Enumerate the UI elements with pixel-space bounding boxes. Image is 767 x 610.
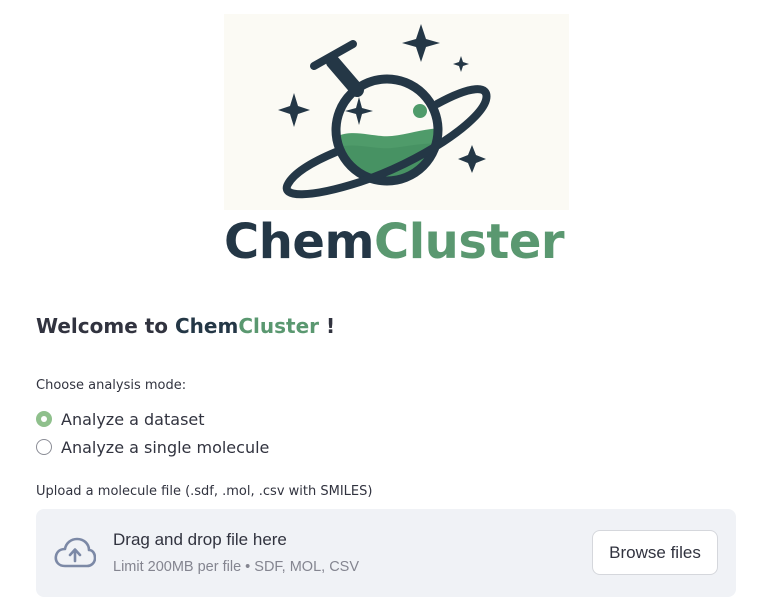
radio-button-selected[interactable] bbox=[36, 411, 52, 427]
cloud-upload-icon bbox=[54, 537, 96, 568]
analysis-mode-label: Choose analysis mode: bbox=[36, 378, 187, 393]
logo-wordmark-chem: Chem bbox=[224, 214, 374, 270]
radio-label: Analyze a single molecule bbox=[61, 437, 270, 457]
file-dropzone[interactable]: Drag and drop file here Limit 200MB per … bbox=[36, 509, 736, 597]
app-logo: ChemCluster bbox=[0, 0, 767, 280]
upload-label: Upload a molecule file (.sdf, .mol, .csv… bbox=[36, 484, 373, 499]
title-brand-chem: Chem bbox=[175, 314, 239, 338]
logo-wordmark: ChemCluster bbox=[224, 212, 565, 272]
dropzone-limit-text: Limit 200MB per file • SDF, MOL, CSV bbox=[113, 559, 360, 575]
radio-button-unselected[interactable] bbox=[36, 439, 52, 455]
logo-wordmark-cluster: Cluster bbox=[373, 214, 565, 270]
radio-analyze-dataset[interactable]: Analyze a dataset bbox=[36, 407, 205, 431]
dropzone-title: Drag and drop file here bbox=[113, 530, 287, 549]
browse-files-button[interactable]: Browse files bbox=[592, 530, 718, 575]
radio-analyze-single-molecule[interactable]: Analyze a single molecule bbox=[36, 435, 269, 459]
page-title: Welcome to ChemCluster ! bbox=[36, 312, 335, 340]
title-brand-cluster: Cluster bbox=[238, 314, 319, 338]
radio-label: Analyze a dataset bbox=[61, 409, 205, 429]
title-prefix: Welcome to bbox=[36, 314, 175, 338]
title-suffix: ! bbox=[319, 314, 336, 338]
